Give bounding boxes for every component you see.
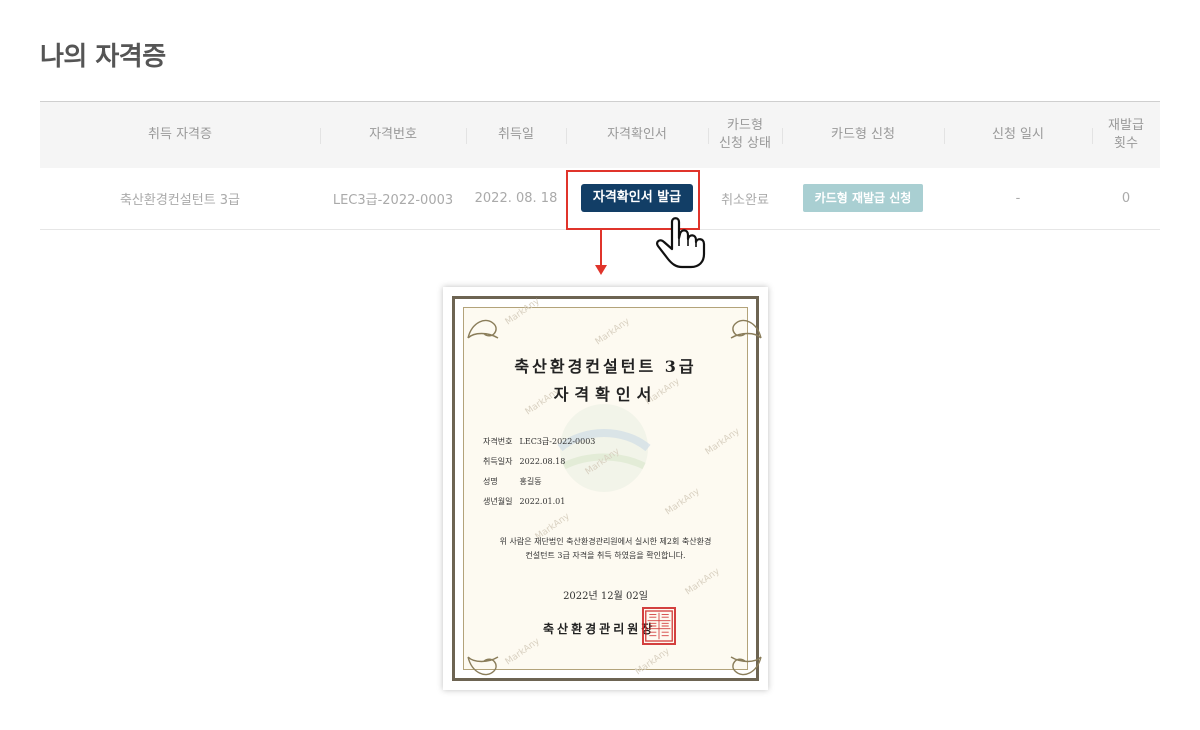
cell-number: LEC3급-2022-0003: [332, 192, 454, 208]
certificate-subtitle: 자격확인서: [553, 385, 658, 404]
table-header: 취득 자격증 자격번호 취득일 자격확인서 카드형 신청 상태 카드형 신청 신청…: [40, 101, 1160, 168]
arrow-line: [600, 230, 602, 266]
info-value: 2022.08.18: [519, 457, 566, 466]
header-date: 취득일: [466, 102, 566, 168]
certificate-issuer: 축산환경관리원장: [543, 622, 656, 636]
info-label: 성명: [483, 477, 498, 486]
info-row: 취득일자 2022.08.18: [483, 452, 595, 472]
info-row: 자격번호 LEC3급-2022-0003: [483, 432, 595, 452]
seal-stamp: [642, 607, 676, 645]
info-value: LEC3급-2022-0003: [519, 437, 596, 446]
header-reissue-count: 재발급 횟수: [1092, 102, 1160, 168]
info-label: 생년월일: [483, 497, 513, 506]
arrow-down-icon: [595, 265, 607, 275]
cell-qualification: 축산환경컨설턴트 3급: [119, 192, 241, 208]
certificate-title: 축산환경컨설턴트 3급: [514, 357, 697, 376]
info-label: 취득일자: [483, 457, 513, 466]
page-title: 나의 자격증: [40, 42, 166, 72]
info-row: 생년월일 2022.01.01: [483, 492, 595, 512]
certificate-preview: MarkAny MarkAny MarkAny MarkAny MarkAny …: [443, 287, 768, 690]
certificate-body-line: 컨설턴트 3급 자격을 취득 하였음을 확인합니다.: [525, 551, 686, 560]
header-card-apply: 카드형 신청: [782, 102, 944, 168]
header-number: 자격번호: [320, 102, 466, 168]
card-reissue-button[interactable]: 카드형 재발급 신청: [802, 184, 924, 213]
cell-reissue-count: 0: [1121, 190, 1131, 206]
header-card-status: 카드형 신청 상태: [708, 102, 782, 168]
info-value: 2022.01.01: [519, 497, 566, 506]
info-row: 성명 홍길동: [483, 472, 595, 492]
certificate-date: 2022년 12월 02일: [563, 591, 648, 602]
cell-card-apply: 카드형 재발급 신청: [782, 168, 944, 230]
cell-apply-datetime: -: [1015, 190, 1021, 206]
info-value: 홍길동: [519, 477, 542, 486]
certificate-body-line: 위 사람은 재단법인 축산환경관리원에서 실시한 제2회 축산환경: [499, 537, 712, 546]
info-label: 자격번호: [483, 437, 513, 446]
certificate-info: 자격번호 LEC3급-2022-0003 취득일자 2022.08.18 성명 …: [483, 432, 595, 512]
header-apply-datetime: 신청 일시: [944, 102, 1092, 168]
hand-pointer-icon: [656, 217, 706, 269]
header-qualification: 취득 자격증: [148, 126, 212, 142]
header-certificate: 자격확인서: [566, 102, 708, 168]
cell-date: 2022. 08. 18: [474, 190, 558, 206]
certificate-body: 위 사람은 재단법인 축산환경관리원에서 실시한 제2회 축산환경 컨설턴트 3…: [473, 535, 738, 563]
